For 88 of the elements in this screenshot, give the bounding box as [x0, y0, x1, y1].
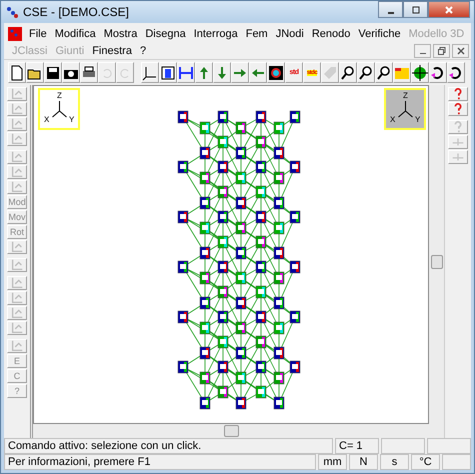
tool-icon [9, 87, 25, 101]
left-button[interactable] [249, 62, 267, 83]
minimize-button[interactable] [378, 1, 403, 18]
close-icon [456, 46, 464, 54]
menu-item[interactable]: Mostra [100, 28, 142, 40]
zoom-button[interactable] [375, 62, 393, 83]
tool-icon [9, 180, 25, 194]
horizontal-scrollbar[interactable] [33, 424, 429, 438]
axis-triad: Z X Y [384, 88, 426, 130]
maximize-button[interactable] [403, 1, 428, 18]
tool-icon [9, 258, 25, 272]
rotate-icon [430, 64, 446, 80]
maximize-icon [410, 4, 420, 14]
menu-item[interactable]: Disegna [141, 28, 190, 40]
magnifier-icon [376, 64, 392, 80]
rotate-button[interactable] [429, 62, 447, 83]
right-button[interactable] [231, 62, 249, 83]
axes-icon [398, 101, 413, 118]
width-button[interactable] [177, 62, 195, 83]
menu-item[interactable]: Fem [242, 28, 272, 40]
tool-icon [9, 339, 25, 353]
minimize-icon [388, 12, 394, 14]
zoom-button[interactable] [339, 62, 357, 83]
help-button[interactable] [448, 87, 468, 101]
menu-item[interactable]: Modifica [50, 28, 100, 40]
document-icon[interactable] [8, 26, 22, 40]
save-button[interactable] [44, 62, 62, 83]
rotate-button[interactable] [447, 62, 465, 83]
tool-icon [9, 321, 25, 335]
count-text: C= 1 [335, 438, 379, 454]
frame-button[interactable] [159, 62, 177, 83]
menu-item[interactable]: File [25, 28, 51, 40]
menu-item[interactable]: Verifiche [354, 28, 405, 40]
minimize-icon [420, 52, 426, 54]
tag-icon [322, 64, 338, 80]
print-button[interactable] [80, 62, 98, 83]
up-button[interactable] [195, 62, 213, 83]
magnifier-icon [358, 64, 374, 80]
help-button[interactable] [448, 102, 468, 116]
target-icon [268, 64, 284, 80]
globe-icon [412, 64, 428, 80]
camera-button[interactable] [62, 62, 80, 83]
status-pane [381, 438, 425, 454]
axes-icon [52, 101, 67, 118]
status-text: Per informazioni, premere F1 [4, 454, 316, 470]
menu-item[interactable]: Interroga [190, 28, 242, 40]
tool-icon [9, 117, 25, 131]
axes-button[interactable] [141, 62, 159, 83]
tool-icon [9, 102, 25, 116]
unit-text: N [349, 454, 378, 470]
fit-button[interactable] [267, 62, 285, 83]
rotate-icon [448, 64, 464, 80]
tool-icon [9, 150, 25, 164]
close-button[interactable] [428, 1, 470, 18]
open-button[interactable] [26, 62, 44, 83]
vertical-scrollbar[interactable] [429, 85, 444, 438]
restore-icon [438, 46, 446, 54]
frame-icon [160, 64, 176, 80]
width-icon [178, 64, 194, 80]
unit-text: °C [411, 454, 440, 470]
window-title: CSE - [DEMO.CSE] [23, 5, 130, 19]
menu-item[interactable]: JNodi [272, 28, 308, 40]
tool-icon [9, 276, 25, 290]
close-button[interactable] [452, 44, 469, 58]
unit-text: s [380, 454, 409, 470]
unit-text: mm [318, 454, 347, 470]
tool-icon [9, 165, 25, 179]
down-button[interactable] [213, 62, 231, 83]
menu-item[interactable]: ? [136, 44, 150, 56]
axis-triad: Z X Y [38, 88, 80, 130]
tool-icon [9, 291, 25, 305]
close-icon [444, 4, 454, 14]
magnifier-icon [340, 64, 356, 80]
tool-icon [9, 240, 25, 254]
folder-button[interactable] [393, 62, 411, 83]
document-icon [9, 64, 25, 80]
restore-button[interactable] [433, 44, 450, 58]
new-button[interactable] [8, 62, 26, 83]
globe-button[interactable] [411, 62, 429, 83]
menu-item[interactable]: Renodo [308, 28, 354, 40]
menu-item[interactable]: Finestra [88, 44, 136, 56]
zoom-button[interactable] [357, 62, 375, 83]
minimize-button[interactable] [414, 44, 431, 58]
axes-icon [142, 64, 158, 80]
tool-icon [9, 132, 25, 146]
tool-icon [9, 306, 25, 320]
status-text: Comando attivo: selezione con un click. [4, 438, 333, 454]
app-icon [5, 5, 19, 19]
